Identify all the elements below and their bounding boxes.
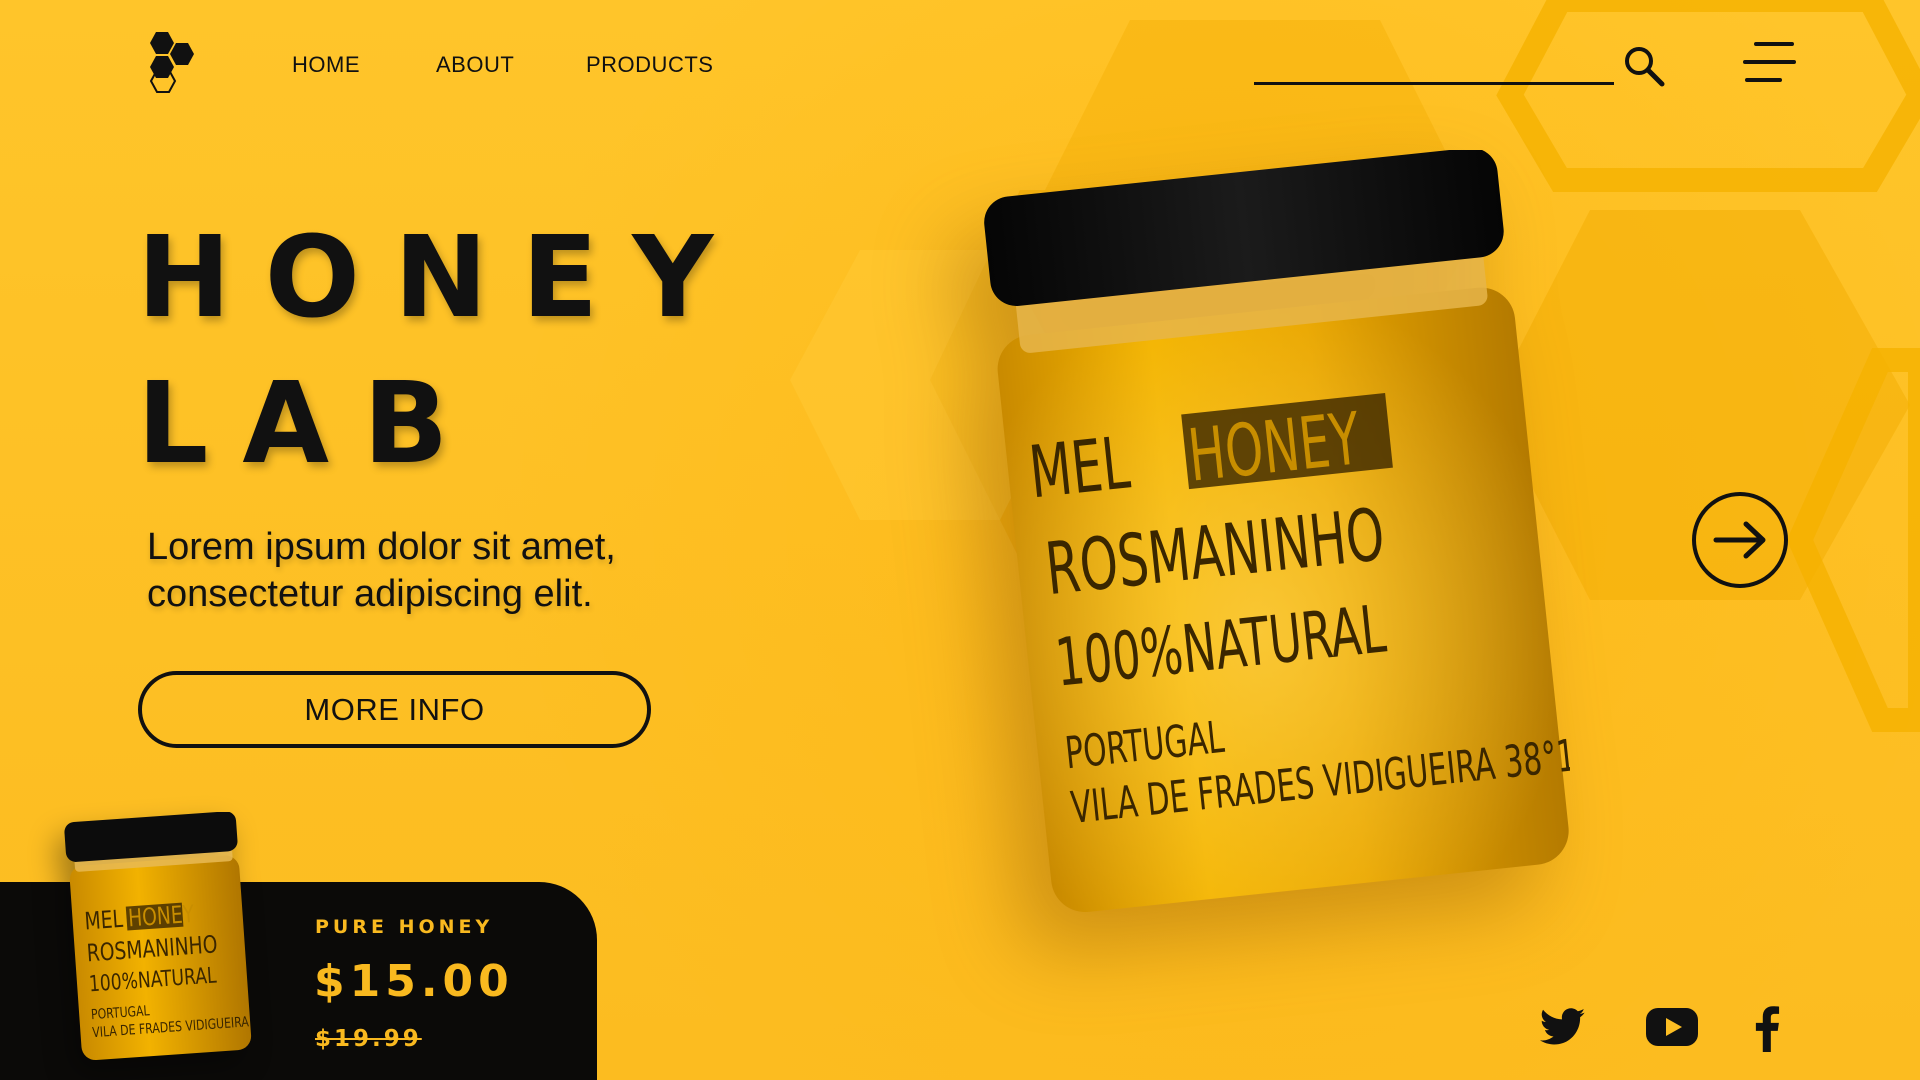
search-icon[interactable] [1622,44,1666,88]
hero-title-line-2: LAB [137,359,483,489]
next-arrow-button[interactable] [1690,490,1790,590]
jar-label-mel: MEL [1026,422,1134,516]
nav-about-link[interactable]: ABOUT [436,52,514,78]
product-old-price: $19.99 [315,1026,422,1052]
nav-home-link[interactable]: HOME [292,52,360,78]
facebook-icon[interactable] [1754,1006,1780,1052]
youtube-icon[interactable] [1646,1008,1698,1046]
product-name-label: PURE HONEY [315,916,494,938]
svg-text:HONEY: HONEY [127,901,196,933]
hero-subtitle-line-2: consectetur adipiscing elit. [147,573,593,615]
jar-label-honey: HONEY [1185,397,1365,498]
hero-subtitle: Lorem ipsum dolor sit amet, consectetur … [147,524,707,618]
honeycomb-logo-icon[interactable] [148,30,214,96]
small-honey-jar-image: MEL HONEY ROSMANINHO 100%NATURAL PORTUGA… [64,812,252,1061]
search-input[interactable] [1254,52,1614,85]
svg-text:MEL: MEL [84,906,124,936]
page-background: HOME ABOUT PRODUCTS HONEY LAB Lorem ipsu… [0,0,1920,1080]
twitter-icon[interactable] [1540,1008,1586,1046]
more-info-button[interactable]: MORE INFO [138,671,651,748]
honey-jar-image: MEL HONEY ROSMANINHO 100%NATURAL PORTUGA… [984,150,1570,913]
hero-subtitle-line-1: Lorem ipsum dolor sit amet, [147,526,616,568]
nav-products-link[interactable]: PRODUCTS [586,52,713,78]
hamburger-menu-icon[interactable] [1742,40,1798,86]
product-price: $15.00 [314,956,514,1007]
hero-title: HONEY LAB [137,205,747,497]
search-bar [1254,52,1614,86]
hero-title-line-1: HONEY [137,213,748,343]
